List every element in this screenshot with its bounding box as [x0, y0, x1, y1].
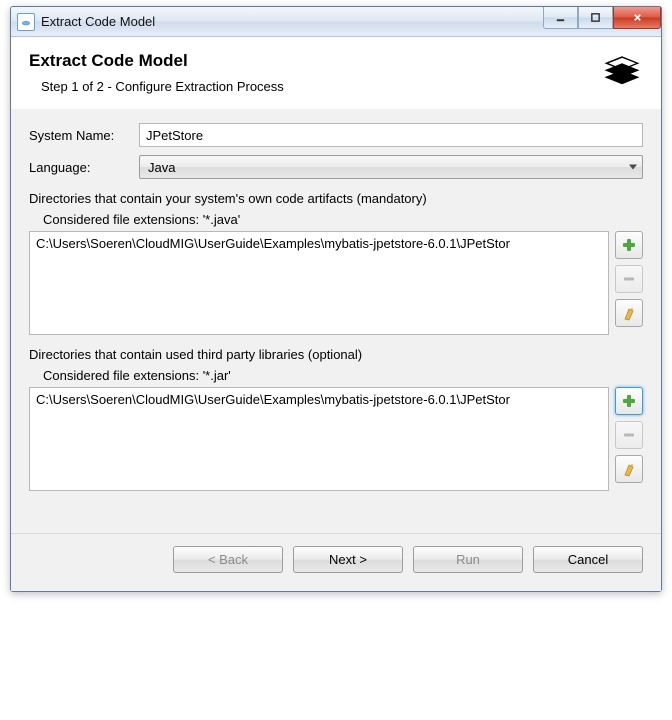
- clear-button[interactable]: [615, 299, 643, 327]
- layers-icon: [601, 51, 643, 93]
- system-name-input[interactable]: [139, 123, 643, 147]
- language-label: Language:: [29, 160, 131, 175]
- add-button[interactable]: [615, 387, 643, 415]
- list-item[interactable]: C:\Users\Soeren\CloudMIG\UserGuide\Examp…: [30, 391, 608, 408]
- own-code-ext-label: Considered file extensions: '*.java': [43, 212, 643, 227]
- language-select[interactable]: Java: [139, 155, 643, 179]
- remove-button[interactable]: [615, 265, 643, 293]
- third-party-label: Directories that contain used third part…: [29, 347, 643, 362]
- own-code-label: Directories that contain your system's o…: [29, 191, 643, 206]
- wizard-body: System Name: Language: Java Directories …: [11, 109, 661, 533]
- own-code-section: Directories that contain your system's o…: [29, 191, 643, 335]
- system-name-label: System Name:: [29, 128, 131, 143]
- third-party-ext-label: Considered file extensions: '*.jar': [43, 368, 643, 383]
- window-title: Extract Code Model: [41, 14, 543, 29]
- third-party-section: Directories that contain used third part…: [29, 347, 643, 491]
- run-button[interactable]: Run: [413, 546, 523, 573]
- dialog-window: Extract Code Model Extract Code Model St…: [10, 6, 662, 592]
- language-value: Java: [148, 160, 175, 175]
- remove-button[interactable]: [615, 421, 643, 449]
- list-item[interactable]: C:\Users\Soeren\CloudMIG\UserGuide\Examp…: [30, 235, 608, 252]
- back-button[interactable]: < Back: [173, 546, 283, 573]
- wizard-footer: < Back Next > Run Cancel: [11, 533, 661, 591]
- close-button[interactable]: [613, 7, 661, 29]
- third-party-listbox[interactable]: C:\Users\Soeren\CloudMIG\UserGuide\Examp…: [29, 387, 609, 491]
- minimize-button[interactable]: [543, 7, 578, 29]
- wizard-header: Extract Code Model Step 1 of 2 - Configu…: [11, 37, 661, 108]
- cancel-button[interactable]: Cancel: [533, 546, 643, 573]
- next-button[interactable]: Next >: [293, 546, 403, 573]
- page-subtitle: Step 1 of 2 - Configure Extraction Proce…: [41, 79, 593, 94]
- clear-button[interactable]: [615, 455, 643, 483]
- app-icon: [17, 13, 35, 31]
- page-title: Extract Code Model: [29, 51, 593, 71]
- add-button[interactable]: [615, 231, 643, 259]
- own-code-listbox[interactable]: C:\Users\Soeren\CloudMIG\UserGuide\Examp…: [29, 231, 609, 335]
- maximize-button[interactable]: [578, 7, 613, 29]
- window-controls: [543, 7, 661, 36]
- chevron-down-icon: [629, 165, 637, 170]
- titlebar[interactable]: Extract Code Model: [11, 7, 661, 37]
